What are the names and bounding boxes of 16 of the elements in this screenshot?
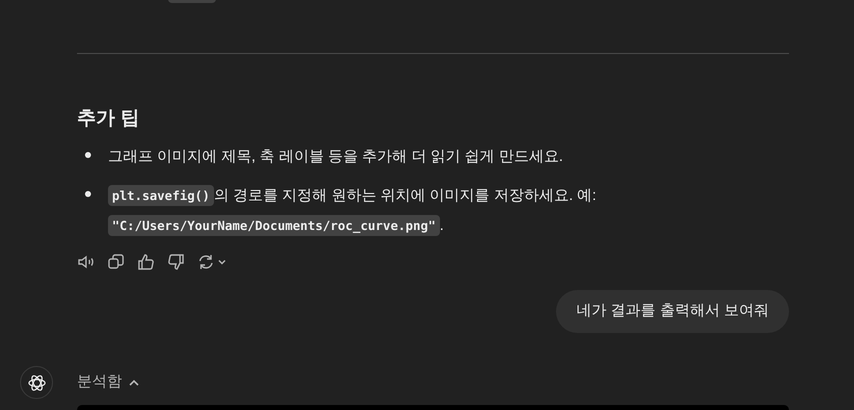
caret-icon bbox=[217, 257, 227, 267]
bullet-text: 그래프 이미지에 제목, 축 레이블 등을 추가해 더 읽기 쉽게 만드세요. bbox=[108, 147, 564, 167]
user-message-bubble: 네가 결과를 출력해서 보여줘 bbox=[556, 290, 789, 333]
regenerate-button[interactable] bbox=[197, 253, 227, 271]
bullet-icon bbox=[85, 191, 91, 197]
thumbs-up-icon[interactable] bbox=[137, 253, 155, 271]
inline-code: "C:/Users/YourName/Documents/roc_curve.png" bbox=[108, 215, 440, 236]
inline-code: plt.savefig() bbox=[108, 185, 214, 206]
analysis-toggle[interactable]: 분석함 bbox=[77, 371, 140, 394]
refresh-icon bbox=[197, 253, 215, 271]
speaker-icon[interactable] bbox=[77, 253, 95, 271]
section-heading: 추가 팁 bbox=[77, 107, 140, 131]
bullet-icon bbox=[85, 152, 91, 158]
thumbs-down-icon[interactable] bbox=[167, 253, 185, 271]
bullet-text: plt.savefig() 의 경로를 지정해 원하는 위치에 이미지를 저장하세요. 예: "C:/Users/YourName/Documents/roc_curve.png" . bbox=[108, 181, 789, 241]
copy-icon[interactable] bbox=[107, 253, 125, 271]
